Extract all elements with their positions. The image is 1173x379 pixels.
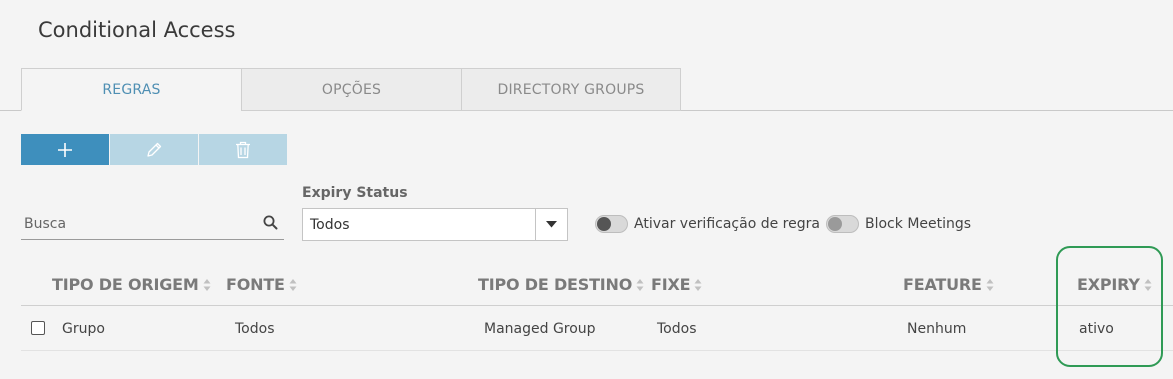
toggle-block-meetings[interactable]: Block Meetings (826, 215, 971, 233)
cell-tipo-de-destino: Managed Group (484, 321, 596, 337)
toggle-knob (828, 217, 842, 231)
chevron-down-icon (546, 221, 557, 228)
search-icon[interactable] (263, 215, 278, 230)
search-field (21, 207, 284, 240)
toggle-knob (597, 217, 611, 231)
column-header-label: TIPO DE DESTINO (478, 275, 633, 294)
expiry-status-label: Expiry Status (302, 185, 408, 201)
pencil-icon (147, 142, 162, 157)
toggle-block-meetings-label: Block Meetings (865, 216, 972, 232)
sort-icon (986, 278, 994, 291)
delete-button[interactable] (199, 134, 287, 165)
column-header-label: FEATURE (903, 275, 982, 294)
trash-icon (236, 141, 250, 158)
page-title: Conditional Access (38, 18, 236, 42)
tab-opcoes[interactable]: OPÇÕES (241, 68, 462, 111)
select-divider (535, 209, 536, 240)
expiry-status-select[interactable]: Todos (302, 208, 568, 241)
column-header-label: FIXE (651, 275, 691, 294)
expiry-column-highlight (1056, 246, 1163, 367)
toggle-switch[interactable] (826, 215, 859, 233)
toggle-rule-check-label: Ativar verificação de regra (634, 216, 820, 232)
cell-tipo-de-origem: Grupo (62, 321, 105, 337)
sort-icon (203, 278, 211, 291)
column-header-label: FONTE (226, 275, 285, 294)
toggle-switch[interactable] (595, 215, 628, 233)
column-header-tipo-de-destino[interactable]: TIPO DE DESTINO (478, 275, 644, 294)
table-row[interactable]: Grupo Todos Managed Group Todos Nenhum a… (21, 307, 1173, 351)
search-input[interactable] (21, 207, 256, 240)
tab-regras[interactable]: REGRAS (21, 68, 242, 111)
cell-feature: Nenhum (907, 321, 967, 337)
tab-directory-groups[interactable]: DIRECTORY GROUPS (461, 68, 681, 111)
sort-icon (636, 278, 644, 291)
column-header-fixe[interactable]: FIXE (651, 275, 702, 294)
column-header-label: TIPO DE ORIGEM (52, 275, 199, 294)
expiry-status-value: Todos (310, 217, 350, 233)
column-header-tipo-de-origem[interactable]: TIPO DE ORIGEM (52, 275, 211, 294)
sort-icon (289, 278, 297, 291)
cell-fixe: Todos (657, 321, 697, 337)
column-header-feature[interactable]: FEATURE (903, 275, 994, 294)
sort-icon (694, 278, 702, 291)
table-header: TIPO DE ORIGEM FONTE TIPO DE DESTINO FIX… (21, 266, 1173, 306)
conditional-access-page: Conditional Access REGRAS OPÇÕES DIRECTO… (0, 0, 1173, 379)
column-header-fonte[interactable]: FONTE (226, 275, 297, 294)
add-button[interactable] (21, 134, 109, 165)
edit-button[interactable] (110, 134, 198, 165)
row-checkbox[interactable] (31, 321, 45, 335)
plus-icon (58, 142, 72, 157)
toolbar (21, 134, 288, 165)
toggle-rule-check[interactable]: Ativar verificação de regra (595, 215, 820, 233)
cell-fonte: Todos (235, 321, 275, 337)
